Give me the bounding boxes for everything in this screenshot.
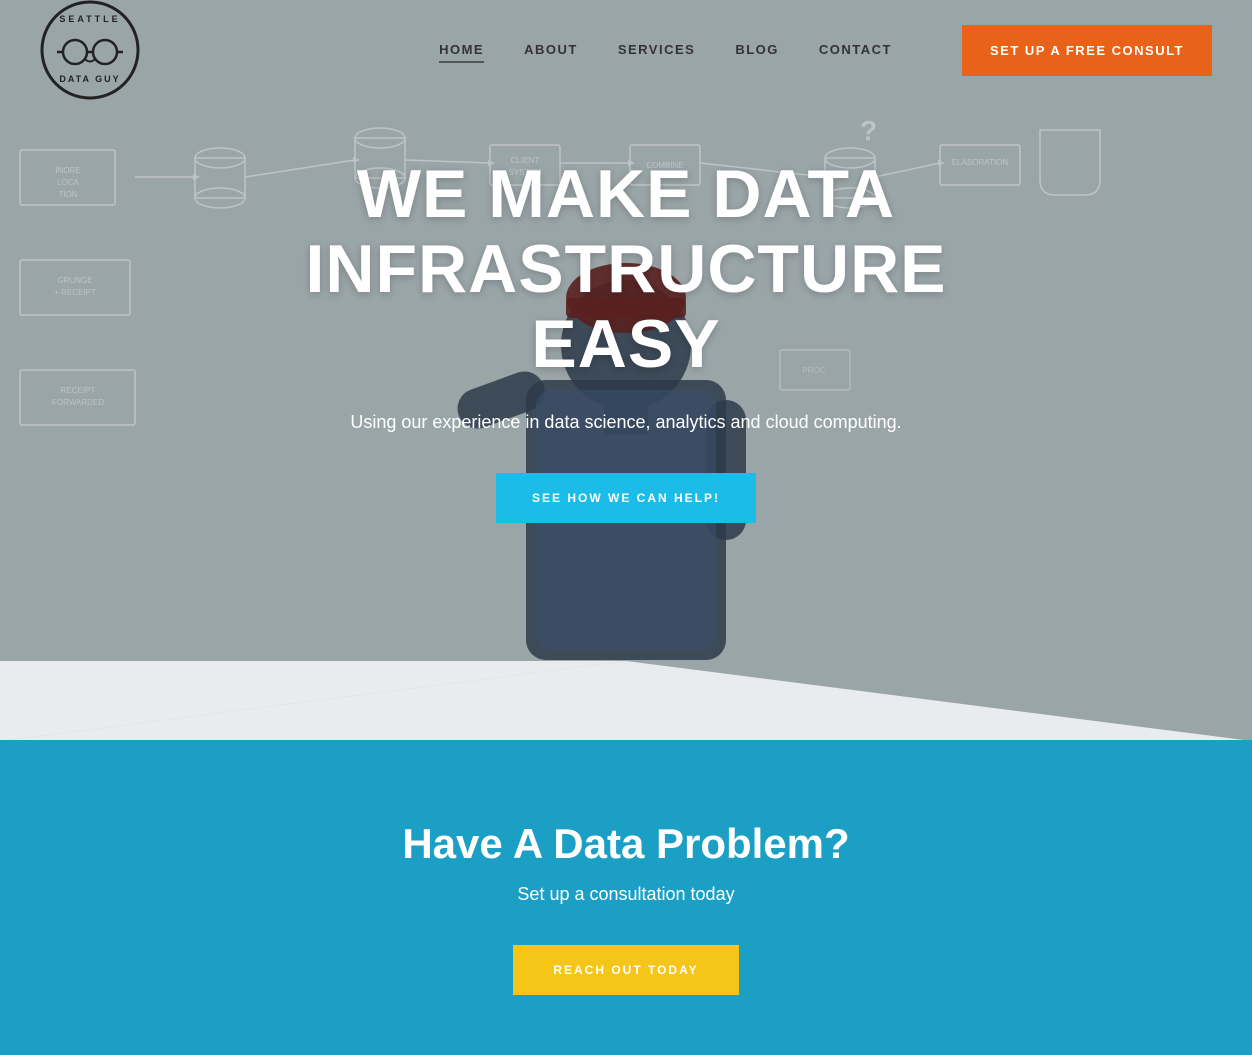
- navigation: SEATTLE DATA GUY HOME ABOUT SERVICES BLO…: [0, 0, 1252, 100]
- nav-link-home[interactable]: HOME: [439, 42, 484, 63]
- blue-section-heading: Have A Data Problem?: [40, 820, 1212, 868]
- logo[interactable]: SEATTLE DATA GUY: [40, 0, 140, 100]
- nav-item-home[interactable]: HOME: [439, 41, 484, 59]
- logo-icon: SEATTLE DATA GUY: [40, 0, 140, 100]
- svg-text:?: ?: [860, 115, 877, 146]
- nav-item-services[interactable]: SERVICES: [618, 41, 696, 59]
- nav-links: HOME ABOUT SERVICES BLOG CONTACT SET UP …: [439, 25, 1212, 76]
- free-consult-button[interactable]: SET UP A FREE CONSULT: [962, 25, 1212, 76]
- see-how-button[interactable]: SEE HOW WE CAN HELP!: [496, 473, 756, 523]
- blue-section-subtext: Set up a consultation today: [40, 884, 1212, 905]
- nav-item-contact[interactable]: CONTACT: [819, 41, 892, 59]
- nav-item-about[interactable]: ABOUT: [524, 41, 578, 59]
- svg-text:DATA GUY: DATA GUY: [59, 74, 120, 84]
- svg-text:SEATTLE: SEATTLE: [59, 14, 120, 24]
- nav-link-contact[interactable]: CONTACT: [819, 42, 892, 57]
- nav-link-about[interactable]: ABOUT: [524, 42, 578, 57]
- blue-section: Have A Data Problem? Set up a consultati…: [0, 740, 1252, 1055]
- nav-link-services[interactable]: SERVICES: [618, 42, 696, 57]
- nav-item-blog[interactable]: BLOG: [735, 41, 779, 59]
- nav-link-blog[interactable]: BLOG: [735, 42, 779, 57]
- hero-subtitle: Using our experience in data science, an…: [100, 412, 1152, 433]
- hero-section: INORE LOCA TION GRUNGE + RECEIPT RECEIPT…: [0, 0, 1252, 740]
- reach-out-button[interactable]: REACH OUT TODAY: [513, 945, 738, 995]
- hero-diagonal-cut: [0, 661, 1252, 740]
- nav-cta-item[interactable]: SET UP A FREE CONSULT: [962, 25, 1212, 76]
- hero-title: WE MAKE DATA INFRASTRUCTURE EASY: [100, 157, 1152, 381]
- hero-content: WE MAKE DATA INFRASTRUCTURE EASY Using o…: [0, 157, 1252, 522]
